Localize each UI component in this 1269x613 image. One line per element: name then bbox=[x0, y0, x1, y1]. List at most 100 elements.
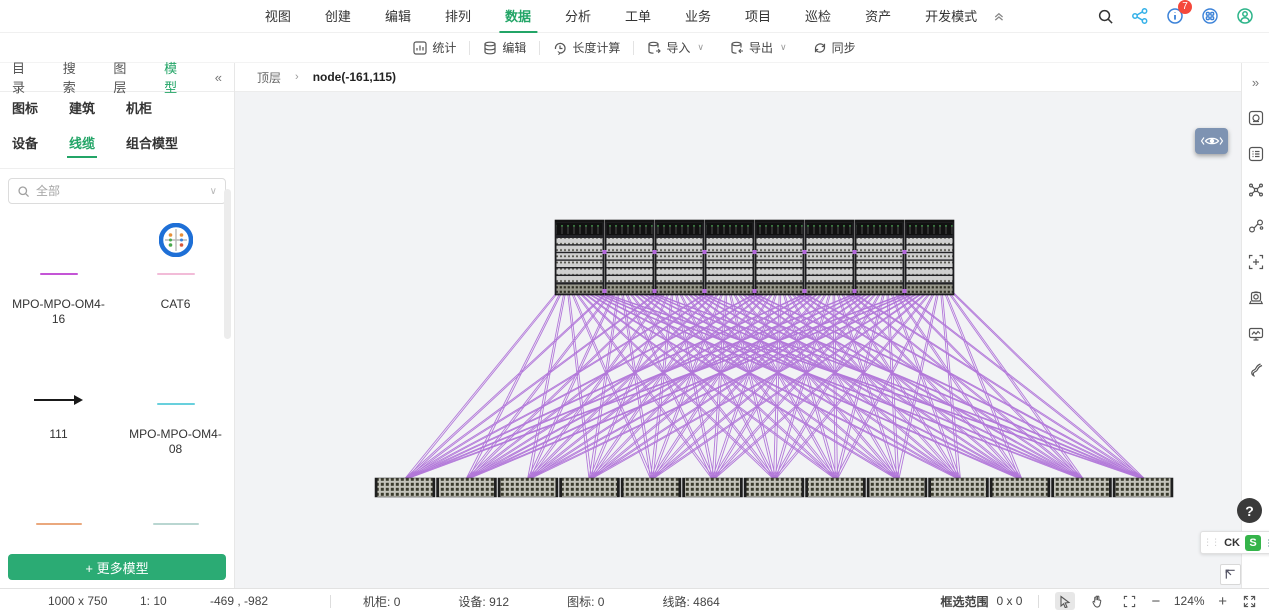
statusbar-controls: 框选范围 0 x 0 − 124% + bbox=[940, 592, 1259, 610]
cable-swatch bbox=[35, 523, 82, 525]
tab-catalog[interactable]: 目录 bbox=[12, 58, 31, 96]
canvas-scale: 1: 10 bbox=[140, 594, 167, 608]
toolbar-group: 统计 编辑 长度计算 导入 ∨ 导出 ∨ 同步 bbox=[400, 39, 868, 56]
drag-handle-icon[interactable]: ⋮⋮ bbox=[1203, 538, 1220, 547]
select-cursor-icon[interactable] bbox=[1055, 592, 1076, 610]
model-item-111[interactable]: 111 bbox=[0, 385, 117, 457]
ime-sogou-icon[interactable]: S bbox=[1245, 534, 1261, 551]
model-item[interactable] bbox=[117, 523, 234, 525]
model-list-scrollbar[interactable] bbox=[224, 189, 231, 339]
link-chain-icon[interactable] bbox=[1247, 217, 1265, 235]
selection-range-value: 0 x 0 bbox=[996, 594, 1023, 608]
stats-label: 统计 bbox=[432, 41, 457, 55]
model-label: CAT6 bbox=[160, 297, 191, 311]
stats-button[interactable]: 统计 bbox=[400, 39, 469, 56]
main-menu: 视图 创建 编辑 排列 数据 分析 工单 业务 项目 巡检 资产 开发模式 bbox=[265, 0, 1004, 33]
menu-collapse-icon[interactable] bbox=[993, 11, 1004, 22]
menu-asset[interactable]: 资产 bbox=[865, 0, 891, 33]
model-label: 111 bbox=[49, 427, 68, 441]
help-button[interactable]: ? bbox=[1237, 498, 1262, 523]
statusbar-divider bbox=[330, 594, 331, 608]
arrow-cable-swatch bbox=[34, 395, 83, 405]
model-item-mpo-om4-08[interactable]: MPO-MPO-OM4-08 bbox=[117, 385, 234, 457]
menu-create[interactable]: 创建 bbox=[325, 0, 351, 33]
zoom-level: 124% bbox=[1173, 594, 1205, 608]
main-area: 目录 搜索 图层 模型 « 图标 建筑 机柜 设备 线缆 组合模型 ∨ bbox=[0, 61, 1269, 588]
line-counter: 线路4864 bbox=[662, 593, 719, 610]
model-item-mpo-om4-16[interactable]: MPO-MPO-OM4-16 bbox=[0, 199, 117, 327]
tab-layers[interactable]: 图层 bbox=[113, 58, 132, 96]
minimap-toggle-button[interactable] bbox=[1220, 564, 1241, 585]
app-window: 视图 创建 编辑 排列 数据 分析 工单 业务 项目 巡检 资产 开发模式 7 … bbox=[0, 0, 1269, 613]
import-caret-icon: ∨ bbox=[697, 42, 705, 52]
tab-models[interactable]: 模型 bbox=[164, 58, 183, 96]
canvas-info: 1000 x 750 1: 10 -469 , -982 bbox=[48, 594, 310, 608]
device-counter: 设备912 bbox=[458, 593, 509, 610]
ime-toolbar[interactable]: ⋮⋮ CK S bbox=[1200, 531, 1269, 554]
collapse-left-panel-icon[interactable]: « bbox=[215, 70, 222, 85]
subtab-composite[interactable]: 组合模型 bbox=[126, 133, 178, 158]
menu-edit[interactable]: 编辑 bbox=[385, 0, 411, 33]
expand-right-panel-icon[interactable]: » bbox=[1247, 73, 1265, 91]
model-item-cat6[interactable]: CAT6 bbox=[117, 199, 234, 327]
export-button[interactable]: 导出 ∨ bbox=[717, 39, 800, 56]
menu-devmode[interactable]: 开发模式 bbox=[925, 0, 977, 33]
import-button[interactable]: 导入 ∨ bbox=[634, 39, 717, 56]
menu-inspection[interactable]: 巡检 bbox=[805, 0, 831, 33]
subtab-devices[interactable]: 设备 bbox=[12, 133, 38, 158]
data-toolbar: 统计 编辑 长度计算 导入 ∨ 导出 ∨ 同步 bbox=[0, 33, 1269, 63]
subtab-racks[interactable]: 机柜 bbox=[126, 98, 152, 123]
cable-swatch bbox=[156, 273, 195, 275]
sync-label: 同步 bbox=[831, 41, 856, 55]
subtab-buildings[interactable]: 建筑 bbox=[69, 98, 95, 123]
selection-frame-icon[interactable] bbox=[1247, 253, 1265, 271]
breadcrumb-root[interactable]: 顶层 bbox=[257, 69, 281, 86]
monitor-chart-icon[interactable] bbox=[1247, 325, 1265, 343]
length-calc-label: 长度计算 bbox=[572, 41, 621, 55]
search-icon[interactable] bbox=[1095, 6, 1115, 26]
visibility-eye-button[interactable] bbox=[1195, 128, 1228, 154]
menu-business[interactable]: 业务 bbox=[685, 0, 711, 33]
menu-data[interactable]: 数据 bbox=[498, 0, 538, 33]
topology-canvas[interactable] bbox=[235, 92, 1241, 588]
fit-selection-icon[interactable] bbox=[1119, 592, 1139, 610]
edit-data-label: 编辑 bbox=[502, 41, 527, 55]
share-icon[interactable] bbox=[1130, 6, 1150, 26]
zoom-out-button[interactable]: − bbox=[1151, 594, 1160, 609]
screen-view-icon[interactable] bbox=[1247, 109, 1265, 127]
pan-hand-icon[interactable] bbox=[1087, 592, 1107, 610]
model-label: MPO-MPO-OM4-08 bbox=[129, 427, 222, 456]
apps-grid-icon[interactable] bbox=[1200, 6, 1220, 26]
tab-search[interactable]: 搜索 bbox=[63, 58, 82, 96]
menu-project[interactable]: 项目 bbox=[745, 0, 771, 33]
status-bar: 1000 x 750 1: 10 -469 , -982 机柜0 设备912 图… bbox=[0, 588, 1269, 613]
user-avatar-icon[interactable] bbox=[1235, 6, 1255, 26]
subtab-cables[interactable]: 线缆 bbox=[67, 133, 98, 158]
menu-view[interactable]: 视图 bbox=[265, 0, 291, 33]
detail-list-icon[interactable] bbox=[1247, 145, 1265, 163]
canvas-column: 顶层 › node(-161,115) bbox=[235, 63, 1241, 588]
length-calc-button[interactable]: 长度计算 bbox=[540, 39, 633, 56]
fullscreen-icon[interactable] bbox=[1239, 592, 1259, 610]
model-list: MPO-MPO-OM4-16 CAT6 111 MPO-MPO-OM4-08 bbox=[0, 185, 234, 588]
more-models-button[interactable]: + 更多模型 bbox=[8, 554, 226, 580]
cable-wave-icon[interactable] bbox=[1247, 361, 1265, 379]
topology-nodes-icon[interactable] bbox=[1247, 181, 1265, 199]
menu-arrange[interactable]: 排列 bbox=[445, 0, 471, 33]
print-icon[interactable] bbox=[1247, 289, 1265, 307]
zoom-in-button[interactable]: + bbox=[1218, 594, 1227, 609]
menu-workorder[interactable]: 工单 bbox=[625, 0, 651, 33]
menu-analysis[interactable]: 分析 bbox=[565, 0, 591, 33]
sync-button[interactable]: 同步 bbox=[800, 39, 869, 56]
left-sidebar: 目录 搜索 图层 模型 « 图标 建筑 机柜 设备 线缆 组合模型 ∨ bbox=[0, 61, 235, 588]
model-item[interactable] bbox=[0, 523, 117, 525]
rack-counter: 机柜0 bbox=[363, 593, 400, 610]
ime-mode-label: CK bbox=[1224, 536, 1240, 549]
cat6-cable-icon bbox=[158, 223, 193, 257]
notification-info-icon[interactable]: 7 bbox=[1165, 0, 1192, 26]
subtab-icons[interactable]: 图标 bbox=[12, 98, 38, 123]
cable-swatch bbox=[39, 273, 78, 275]
edit-data-button[interactable]: 编辑 bbox=[470, 39, 539, 56]
import-label: 导入 bbox=[666, 41, 691, 55]
notification-badge: 7 bbox=[1178, 0, 1192, 14]
